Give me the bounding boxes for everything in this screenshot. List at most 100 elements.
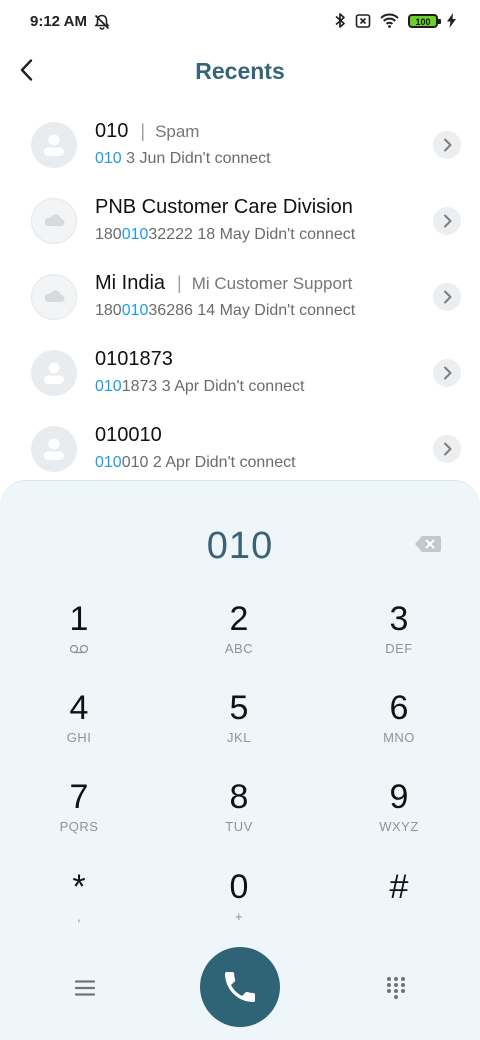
key-9[interactable]: 9 WXYZ <box>339 778 459 858</box>
key-letters: WXYZ <box>379 819 419 834</box>
person-icon <box>44 362 64 384</box>
key-letters: DEF <box>385 641 413 656</box>
key-digit: 6 <box>389 689 409 727</box>
avatar <box>31 122 77 168</box>
chevron-right-icon <box>444 214 452 228</box>
separator: | <box>177 273 182 293</box>
call-details: 18001036286 14 May Didn't connect <box>95 302 355 320</box>
key-letters: TUV <box>225 819 253 834</box>
phone-icon <box>225 972 255 1002</box>
key-letters: + <box>234 909 244 924</box>
recent-call-row[interactable]: 010 | Spam 010 3 Jun Didn't connect <box>0 106 480 182</box>
contact-name: 010 <box>95 120 129 142</box>
key-digit: * <box>72 868 86 906</box>
recent-call-row[interactable]: PNB Customer Care Division 18001032222 1… <box>0 182 480 258</box>
dialpad-toggle-icon[interactable] <box>383 974 409 1000</box>
number-suffix: 36286 <box>148 302 193 319</box>
chevron-right-icon <box>444 290 452 304</box>
contact-name: 010010 <box>95 424 162 446</box>
key-hash[interactable]: # <box>339 868 459 948</box>
details-button[interactable] <box>433 207 461 235</box>
person-icon <box>44 438 64 460</box>
key-digit: # <box>389 868 409 906</box>
chevron-right-icon <box>444 366 452 380</box>
key-letters: GHI <box>66 730 92 745</box>
recents-list: 010 | Spam 010 3 Jun Didn't connect PNB Cu… <box>0 106 480 486</box>
key-digit: 1 <box>69 600 89 638</box>
header: Recents <box>0 44 480 100</box>
match-highlight: 010 <box>121 226 149 243</box>
chevron-right-icon <box>444 138 452 152</box>
key-letters: PQRS <box>59 819 99 834</box>
recent-call-row[interactable]: Mi India | Mi Customer Support 18001036286… <box>0 258 480 334</box>
number-prefix: 180 <box>95 302 122 319</box>
details-button[interactable] <box>433 435 461 463</box>
call-details: 0101873 3 Apr Didn't connect <box>95 378 304 396</box>
call-info: 18 May Didn't connect <box>192 226 356 243</box>
chevron-right-icon <box>444 442 452 456</box>
key-digit: 7 <box>69 778 89 816</box>
number-suffix: 32222 <box>148 226 193 243</box>
cloud-icon <box>44 290 65 302</box>
key-2[interactable]: 2 ABC <box>179 600 299 680</box>
key-5[interactable]: 5 JKL <box>179 689 299 769</box>
no-sim-icon <box>355 13 371 28</box>
recent-call-row[interactable]: 010010 010010 2 Apr Didn't connect <box>0 410 480 486</box>
person-icon <box>44 134 64 156</box>
key-digit: 4 <box>69 689 89 727</box>
backspace-icon[interactable] <box>414 534 442 554</box>
key-digit: 8 <box>229 778 249 816</box>
key-1[interactable]: 1 <box>19 600 139 680</box>
call-button[interactable] <box>200 947 280 1027</box>
separator: | <box>140 121 146 141</box>
battery-level: 100 <box>415 16 431 27</box>
key-star[interactable]: * , <box>19 868 139 948</box>
contact-label: Mi Customer Support <box>191 274 353 293</box>
key-digit: 2 <box>229 600 249 638</box>
call-info: 3 Apr Didn't connect <box>157 378 305 395</box>
match-highlight: 010 <box>121 302 149 319</box>
call-details: 010010 2 Apr Didn't connect <box>95 454 296 472</box>
bluetooth-icon <box>335 13 345 28</box>
details-button[interactable] <box>433 283 461 311</box>
call-info: 14 May Didn't connect <box>192 302 356 319</box>
menu-icon[interactable] <box>72 975 98 1001</box>
dialer-actions <box>0 947 480 1027</box>
match-highlight: 010 <box>95 454 122 471</box>
recent-call-row[interactable]: 0101873 0101873 3 Apr Didn't connect <box>0 334 480 410</box>
contact-name: Mi India <box>95 272 166 294</box>
dialpad: 010 1 2 ABC 3 DEF 4 GHI 5 JKL 6 MNO 7 PQ… <box>0 480 480 1040</box>
details-button[interactable] <box>433 131 461 159</box>
call-info: 2 Apr Didn't connect <box>148 454 296 471</box>
match-highlight: 010 <box>95 378 122 395</box>
dialed-number[interactable]: 010 <box>0 525 480 568</box>
key-3[interactable]: 3 DEF <box>339 600 459 680</box>
key-digit: 9 <box>389 778 409 816</box>
contact-name: PNB Customer Care Division <box>95 196 353 218</box>
avatar <box>31 198 77 244</box>
key-digit: 5 <box>229 689 249 727</box>
status-bar: 9:12 AM 100 <box>0 0 480 44</box>
battery-icon: 100 <box>408 13 441 28</box>
key-letters: ABC <box>224 641 254 656</box>
number-suffix: 1873 <box>121 378 158 395</box>
avatar <box>31 274 77 320</box>
avatar <box>31 350 77 396</box>
contact-name: 0101873 <box>95 348 173 370</box>
number-prefix: 180 <box>95 226 122 243</box>
key-4[interactable]: 4 GHI <box>19 689 139 769</box>
call-details: 18001032222 18 May Didn't connect <box>95 226 355 244</box>
key-6[interactable]: 6 MNO <box>339 689 459 769</box>
key-letters: MNO <box>383 730 415 745</box>
page-title: Recents <box>195 58 285 84</box>
details-button[interactable] <box>433 359 461 387</box>
key-7[interactable]: 7 PQRS <box>19 778 139 858</box>
key-digit: 3 <box>389 600 409 638</box>
wifi-icon <box>380 13 399 28</box>
key-8[interactable]: 8 TUV <box>179 778 299 858</box>
contact-label: Spam <box>155 122 200 141</box>
call-details: 010 3 Jun Didn't connect <box>95 150 271 168</box>
key-0[interactable]: 0 + <box>179 868 299 948</box>
avatar <box>31 426 77 472</box>
number-suffix: 010 <box>121 454 149 471</box>
